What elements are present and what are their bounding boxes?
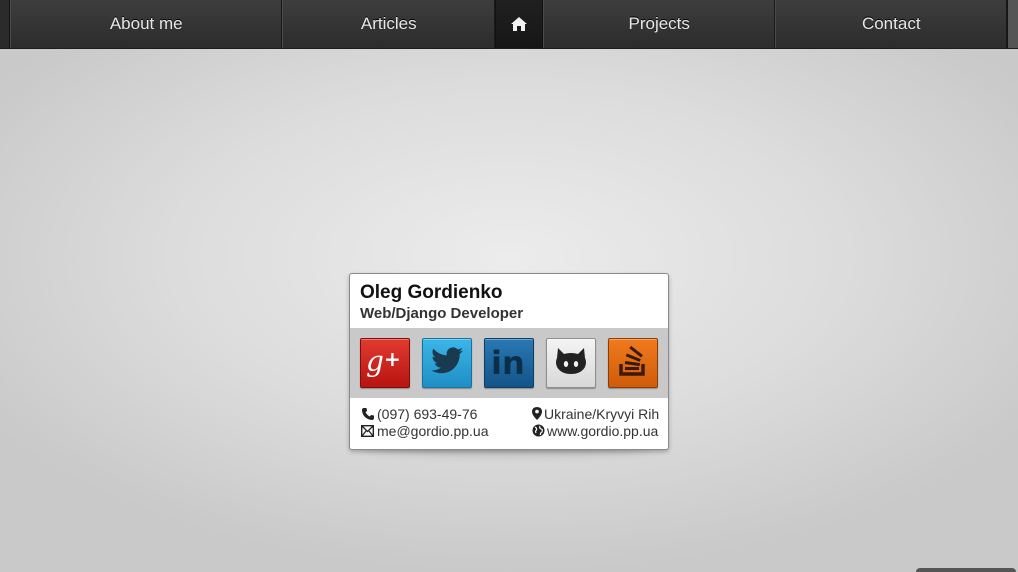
svg-text:in: in <box>491 344 525 378</box>
map-marker-icon <box>532 407 542 421</box>
github-icon <box>553 346 589 381</box>
stackoverflow-button[interactable] <box>608 338 658 388</box>
card-header: Oleg Gordienko Web/Django Developer <box>350 274 668 328</box>
website-row: www.gordio.pp.ua <box>520 422 658 439</box>
twitter-icon <box>430 346 464 380</box>
location-text: Ukraine/Kryvyi Rih <box>544 405 660 422</box>
svg-text:+: + <box>384 347 401 371</box>
google-plus-icon: g + <box>365 344 405 383</box>
nav-item-projects[interactable]: Projects <box>542 0 776 48</box>
corner-tab <box>916 568 1016 572</box>
google-plus-button[interactable]: g + <box>360 338 410 388</box>
website-link[interactable]: www.gordio.pp.ua <box>547 423 658 439</box>
twitter-button[interactable] <box>422 338 472 388</box>
email-link[interactable]: me@gordio.pp.ua <box>377 423 489 439</box>
linkedin-button[interactable]: in <box>484 338 534 388</box>
phone-row: (097) 693-49-76 <box>360 405 520 422</box>
phone-number[interactable]: (097) 693-49-76 <box>377 406 477 422</box>
social-links-bar: g + in <box>350 328 668 398</box>
stackoverflow-icon <box>616 344 650 383</box>
location-row: Ukraine/Kryvyi Rih <box>520 405 660 422</box>
nav-item-contact[interactable]: Contact <box>775 0 1008 48</box>
contact-info: (097) 693-49-76 Ukraine/Kryvyi Rih me@go… <box>350 398 668 439</box>
nav-item-about-me[interactable]: About me <box>9 0 283 48</box>
card-name: Oleg Gordienko <box>360 282 503 303</box>
business-card: Oleg Gordienko Web/Django Developer g + … <box>349 273 669 450</box>
nav-item-articles[interactable]: Articles <box>282 0 496 48</box>
envelope-icon <box>360 424 375 438</box>
card-role: Web/Django Developer <box>360 305 524 322</box>
nav-edge <box>1007 0 1018 48</box>
svg-text:g: g <box>366 345 384 378</box>
nav-edge <box>0 0 10 48</box>
github-button[interactable] <box>546 338 596 388</box>
email-row: me@gordio.pp.ua <box>360 422 520 439</box>
nav-item-home[interactable] <box>495 0 543 48</box>
home-icon <box>510 16 528 32</box>
globe-icon <box>532 424 545 438</box>
phone-icon <box>360 407 375 421</box>
top-navigation: About me Articles Projects Contact <box>0 0 1018 49</box>
linkedin-icon: in <box>489 344 529 383</box>
